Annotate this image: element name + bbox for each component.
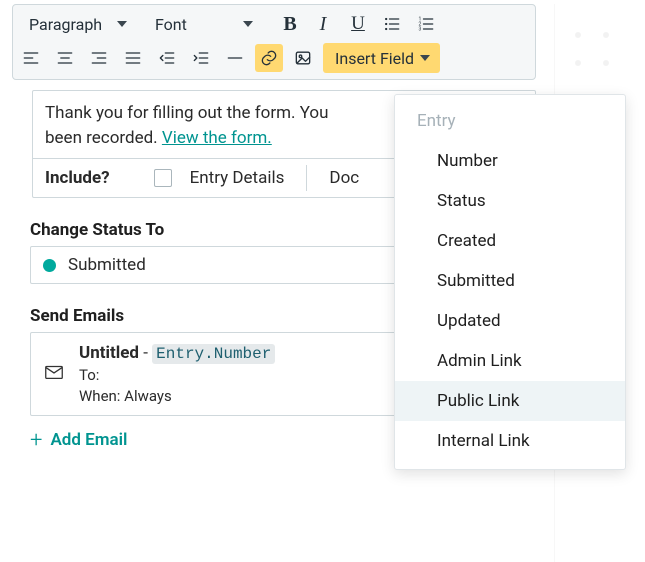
insert-field-menu: Entry NumberStatusCreatedSubmittedUpdate… [394, 94, 626, 470]
menu-item-created[interactable]: Created [395, 221, 625, 261]
caret-down-icon [243, 21, 253, 27]
email-title-untitled: Untitled [79, 343, 139, 363]
italic-button[interactable]: I [310, 10, 338, 38]
insert-field-label: Insert Field [335, 49, 414, 68]
menu-item-internal-link[interactable]: Internal Link [395, 421, 625, 461]
add-email-label: Add Email [50, 430, 127, 450]
body-text-line2: been recorded. [45, 128, 162, 148]
font-dropdown[interactable]: Font [143, 9, 263, 39]
email-when-line: When: Always [79, 387, 275, 405]
menu-item-public-link[interactable]: Public Link [395, 381, 625, 421]
insert-field-dropdown[interactable]: Insert Field [323, 43, 440, 73]
include-entry-details-text: Entry Details [190, 168, 285, 188]
email-number-field-chip: Entry.Number [152, 344, 275, 364]
link-button[interactable] [255, 44, 283, 72]
image-button[interactable] [289, 44, 317, 72]
view-form-link[interactable]: View the form. [162, 128, 272, 148]
menu-item-updated[interactable]: Updated [395, 301, 625, 341]
paragraph-style-label: Paragraph [29, 15, 102, 34]
menu-item-submitted[interactable]: Submitted [395, 261, 625, 301]
outdent-button[interactable] [153, 44, 181, 72]
bullet-list-button[interactable] [378, 10, 406, 38]
svg-text:3: 3 [419, 27, 422, 33]
font-dropdown-label: Font [155, 15, 187, 34]
email-title: Untitled - Entry.Number [79, 343, 275, 363]
plus-icon: + [30, 435, 42, 446]
align-center-button[interactable] [51, 44, 79, 72]
mail-icon [43, 361, 65, 387]
bold-button[interactable]: B [276, 10, 304, 38]
menu-item-status[interactable]: Status [395, 181, 625, 221]
body-text-line1: Thank you for filling out the form. You [45, 103, 328, 123]
include-doc-text: Doc [329, 168, 359, 188]
underline-button[interactable]: U [344, 10, 372, 38]
menu-item-number[interactable]: Number [395, 141, 625, 181]
status-dot-icon [43, 259, 56, 272]
align-justify-button[interactable] [119, 44, 147, 72]
email-to-line: To: [79, 366, 275, 384]
align-right-button[interactable] [85, 44, 113, 72]
align-left-button[interactable] [17, 44, 45, 72]
indent-button[interactable] [187, 44, 215, 72]
status-value: Submitted [68, 255, 146, 275]
caret-down-icon [420, 55, 430, 61]
add-email-button[interactable]: + Add Email [30, 430, 127, 450]
caret-down-icon [117, 21, 127, 27]
menu-item-admin-link[interactable]: Admin Link [395, 341, 625, 381]
horizontal-rule-button[interactable] [221, 44, 249, 72]
include-entry-details-checkbox[interactable] [154, 169, 172, 187]
paragraph-style-dropdown[interactable]: Paragraph [17, 9, 137, 39]
include-label: Include? [45, 168, 110, 188]
menu-group-heading: Entry [395, 101, 625, 141]
rich-text-toolbar: Paragraph Font B I U 123 [12, 4, 536, 80]
numbered-list-button[interactable]: 123 [412, 10, 440, 38]
